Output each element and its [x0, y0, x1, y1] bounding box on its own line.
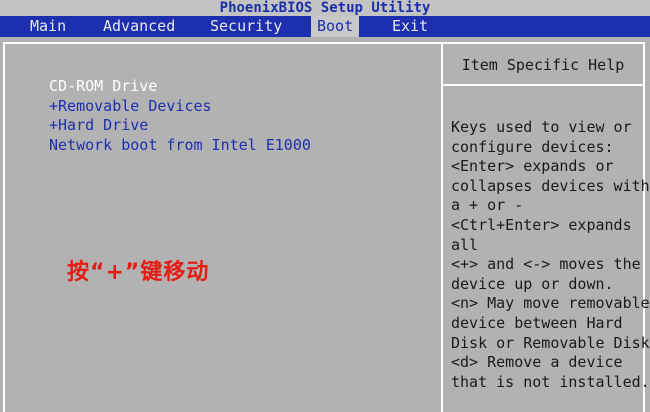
bios-screen: PhoenixBIOS Setup Utility Main Advanced … — [0, 0, 650, 412]
boot-item-hard-drive[interactable]: +Hard Drive — [49, 116, 311, 136]
boot-item-network[interactable]: Network boot from Intel E1000 — [49, 136, 311, 156]
annotation-label: 按“+”键移动 — [67, 260, 210, 285]
boot-order-list: CD-ROM Drive +Removable Devices +Hard Dr… — [49, 77, 311, 155]
help-line: Keys used to view or — [451, 118, 632, 136]
menu-security[interactable]: Security — [204, 16, 288, 37]
menu-exit[interactable]: Exit — [386, 16, 434, 37]
help-line: a + or - — [451, 196, 524, 215]
help-line: device between Hard — [451, 313, 623, 332]
window-title: PhoenixBIOS Setup Utility — [0, 0, 650, 16]
boot-item-removable[interactable]: +Removable Devices — [49, 97, 311, 117]
menu-main[interactable]: Main — [24, 16, 72, 37]
help-line: <+> and <-> moves the — [451, 255, 641, 274]
help-line: Disk or Removable Disk — [451, 333, 650, 352]
menu-boot[interactable]: Boot — [311, 16, 360, 37]
help-line: collapses devices with — [451, 176, 650, 195]
help-line: configure devices: — [451, 137, 614, 156]
help-divider — [443, 84, 643, 86]
help-panel: Keys used to view or configure devices: … — [451, 118, 650, 392]
help-line: <d> Remove a device — [451, 353, 623, 372]
help-line: <Ctrl+Enter> expands — [451, 215, 632, 234]
panel-divider — [441, 44, 443, 412]
menu-advanced[interactable]: Advanced — [97, 16, 181, 37]
help-title: Item Specific Help — [461, 56, 625, 74]
menu-bar: Main Advanced Security Boot Exit — [0, 16, 650, 37]
help-line: that is not installed. — [451, 372, 650, 391]
help-line: device up or down. — [451, 274, 614, 293]
help-line: <Enter> expands or — [451, 157, 614, 176]
help-line: all — [451, 235, 479, 254]
content-frame: CD-ROM Drive +Removable Devices +Hard Dr… — [3, 42, 650, 412]
help-line: <n> May move removable — [451, 294, 650, 313]
boot-item-cd-rom[interactable]: CD-ROM Drive — [49, 77, 311, 97]
